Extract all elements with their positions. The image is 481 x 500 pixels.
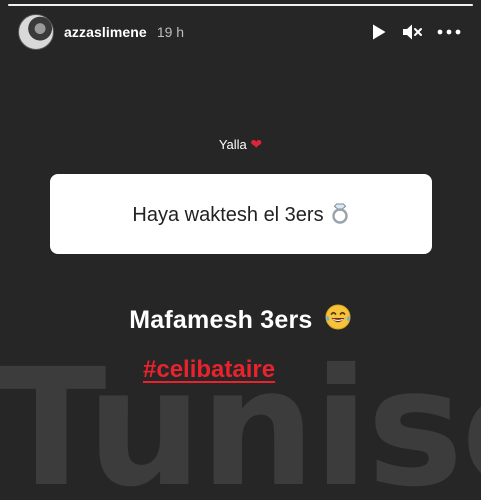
username[interactable]: azzaslimene [64, 24, 147, 40]
story-view[interactable]: azzaslimene 19 h Yalla ❤ Haya waktesh el… [0, 0, 481, 500]
avatar[interactable] [18, 14, 54, 50]
reply-text: Mafamesh 3ers [129, 306, 313, 334]
hashtag-link[interactable]: #celibataire [143, 356, 275, 384]
reply-text-block: Mafamesh 3ers [0, 303, 481, 338]
heart-icon: ❤ [250, 136, 263, 152]
question-answer-card[interactable]: Haya waktesh el 3ers [50, 174, 432, 254]
question-sticker-label: Yalla ❤ [0, 136, 481, 153]
tears-of-joy-icon [324, 303, 352, 338]
story-progress-fill [8, 4, 473, 6]
more-horizontal-icon[interactable] [437, 29, 461, 35]
question-answer-text: Haya waktesh el 3ers [132, 203, 324, 226]
muted-speaker-icon[interactable] [401, 23, 423, 41]
story-header: azzaslimene 19 h [18, 12, 461, 52]
timestamp: 19 h [156, 24, 185, 40]
ring-icon [330, 202, 350, 229]
play-icon[interactable] [371, 23, 387, 41]
question-label-text: Yalla [218, 137, 247, 152]
story-controls [371, 23, 461, 41]
story-progress-bar [8, 4, 473, 6]
